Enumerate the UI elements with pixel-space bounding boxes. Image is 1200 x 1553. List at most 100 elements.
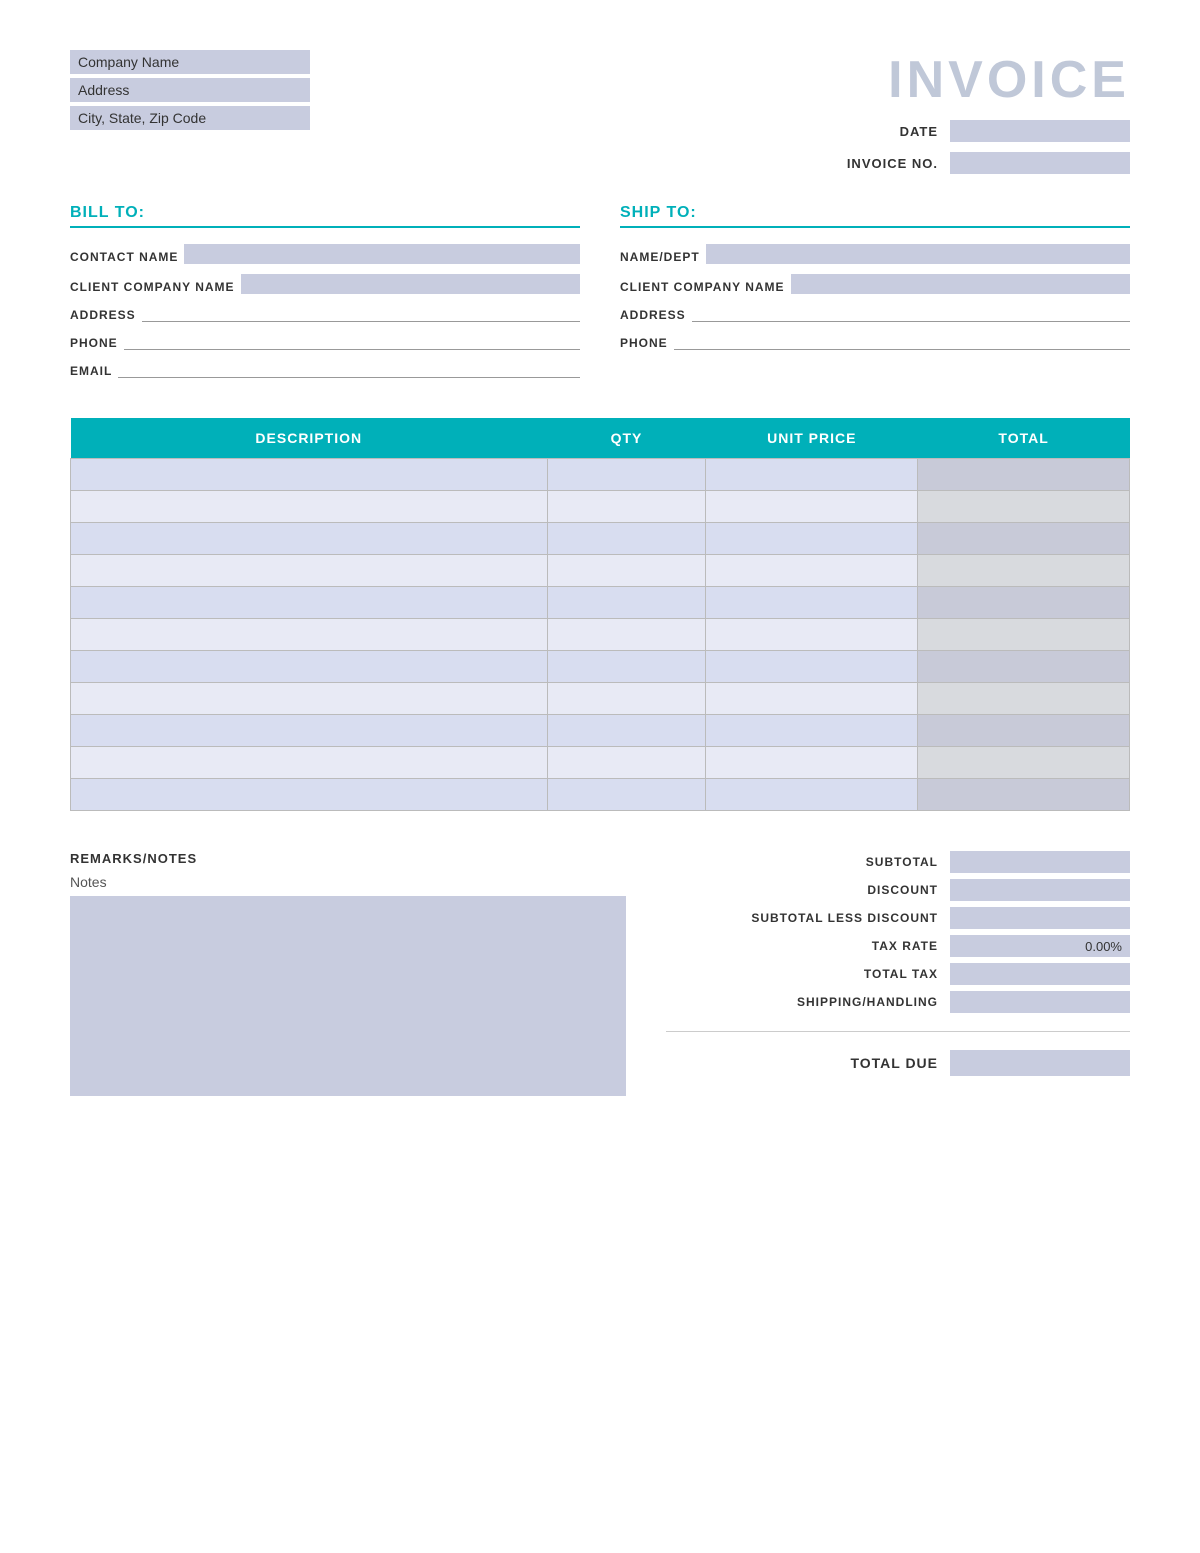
cell-description[interactable]	[71, 651, 548, 683]
cell-total[interactable]	[918, 555, 1130, 587]
cell-unit-price[interactable]	[706, 747, 918, 779]
cell-description[interactable]	[71, 715, 548, 747]
tax-rate-field[interactable]: 0.00%	[950, 935, 1130, 957]
cell-total[interactable]	[918, 587, 1130, 619]
total-tax-label: TOTAL TAX	[864, 967, 938, 981]
cell-qty[interactable]	[547, 683, 706, 715]
cell-total[interactable]	[918, 459, 1130, 491]
cell-unit-price[interactable]	[706, 523, 918, 555]
ship-name-input[interactable]	[706, 244, 1130, 264]
cell-qty[interactable]	[547, 523, 706, 555]
cell-qty[interactable]	[547, 587, 706, 619]
cell-unit-price[interactable]	[706, 459, 918, 491]
cell-total[interactable]	[918, 619, 1130, 651]
cell-qty[interactable]	[547, 491, 706, 523]
cell-unit-price[interactable]	[706, 779, 918, 811]
table-row	[71, 587, 1130, 619]
notes-box[interactable]	[70, 896, 626, 1096]
invoice-meta: DATE INVOICE NO.	[847, 120, 1130, 174]
subtotal-less-discount-label: SUBTOTAL LESS DISCOUNT	[751, 911, 938, 925]
cell-unit-price[interactable]	[706, 587, 918, 619]
cell-qty[interactable]	[547, 715, 706, 747]
total-due-field[interactable]	[950, 1050, 1130, 1076]
table-row	[71, 651, 1130, 683]
table-row	[71, 619, 1130, 651]
cell-description[interactable]	[71, 555, 548, 587]
table-row	[71, 459, 1130, 491]
table-header-row: DESCRIPTION QTY UNIT PRICE TOTAL	[71, 418, 1130, 459]
cell-total[interactable]	[918, 491, 1130, 523]
notes-section: REMARKS/NOTES Notes	[70, 851, 626, 1096]
cell-qty[interactable]	[547, 459, 706, 491]
invoice-no-field[interactable]	[950, 152, 1130, 174]
subtotal-less-discount-field[interactable]	[950, 907, 1130, 929]
cell-description[interactable]	[71, 747, 548, 779]
cell-description[interactable]	[71, 459, 548, 491]
cell-qty[interactable]	[547, 779, 706, 811]
cell-unit-price[interactable]	[706, 491, 918, 523]
company-name-field[interactable]: Company Name	[70, 50, 310, 74]
table-row	[71, 715, 1130, 747]
cell-unit-price[interactable]	[706, 619, 918, 651]
bill-email-input[interactable]	[118, 360, 580, 378]
cell-unit-price[interactable]	[706, 651, 918, 683]
col-qty: QTY	[547, 418, 706, 459]
billing-section: BILL TO: CONTACT NAME CLIENT COMPANY NAM…	[70, 204, 1130, 388]
invoice-title-block: INVOICE DATE INVOICE NO.	[847, 50, 1130, 174]
contact-name-input[interactable]	[184, 244, 580, 264]
discount-label: DISCOUNT	[867, 883, 938, 897]
total-tax-row: TOTAL TAX	[666, 963, 1130, 985]
bill-phone-input[interactable]	[124, 332, 580, 350]
cell-qty[interactable]	[547, 555, 706, 587]
cell-unit-price[interactable]	[706, 683, 918, 715]
ship-phone-input[interactable]	[674, 332, 1130, 350]
cell-description[interactable]	[71, 683, 548, 715]
ship-name-label: NAME/DEPT	[620, 250, 700, 264]
bill-to-company-row: CLIENT COMPANY NAME	[70, 274, 580, 294]
col-description: DESCRIPTION	[71, 418, 548, 459]
bill-address-label: ADDRESS	[70, 308, 136, 322]
subtotal-row: SUBTOTAL	[666, 851, 1130, 873]
cell-total[interactable]	[918, 651, 1130, 683]
cell-qty[interactable]	[547, 651, 706, 683]
company-city-field[interactable]: City, State, Zip Code	[70, 106, 310, 130]
shipping-field[interactable]	[950, 991, 1130, 1013]
ship-client-company-label: CLIENT COMPANY NAME	[620, 280, 785, 294]
cell-total[interactable]	[918, 683, 1130, 715]
cell-total[interactable]	[918, 715, 1130, 747]
cell-unit-price[interactable]	[706, 715, 918, 747]
invoice-title: INVOICE	[847, 50, 1130, 110]
cell-description[interactable]	[71, 491, 548, 523]
bill-client-company-input[interactable]	[241, 274, 580, 294]
ship-to-title: SHIP TO:	[620, 204, 1130, 228]
ship-to-address-row: ADDRESS	[620, 304, 1130, 322]
bill-email-label: EMAIL	[70, 364, 112, 378]
cell-total[interactable]	[918, 747, 1130, 779]
table-row	[71, 683, 1130, 715]
cell-description[interactable]	[71, 619, 548, 651]
table-row	[71, 779, 1130, 811]
ship-to-company-row: CLIENT COMPANY NAME	[620, 274, 1130, 294]
bill-address-input[interactable]	[142, 304, 580, 322]
total-tax-field[interactable]	[950, 963, 1130, 985]
company-address-field[interactable]: Address	[70, 78, 310, 102]
tax-rate-row: TAX RATE 0.00%	[666, 935, 1130, 957]
bill-to-phone-row: PHONE	[70, 332, 580, 350]
invoice-table: DESCRIPTION QTY UNIT PRICE TOTAL	[70, 418, 1130, 811]
discount-field[interactable]	[950, 879, 1130, 901]
cell-total[interactable]	[918, 523, 1130, 555]
subtotal-field[interactable]	[950, 851, 1130, 873]
cell-description[interactable]	[71, 587, 548, 619]
ship-address-label: ADDRESS	[620, 308, 686, 322]
cell-qty[interactable]	[547, 619, 706, 651]
invoice-no-label: INVOICE NO.	[847, 156, 938, 171]
date-field[interactable]	[950, 120, 1130, 142]
ship-client-company-input[interactable]	[791, 274, 1130, 294]
cell-unit-price[interactable]	[706, 555, 918, 587]
ship-address-input[interactable]	[692, 304, 1130, 322]
subtotal-less-discount-row: SUBTOTAL LESS DISCOUNT	[666, 907, 1130, 929]
cell-description[interactable]	[71, 779, 548, 811]
cell-qty[interactable]	[547, 747, 706, 779]
cell-description[interactable]	[71, 523, 548, 555]
cell-total[interactable]	[918, 779, 1130, 811]
